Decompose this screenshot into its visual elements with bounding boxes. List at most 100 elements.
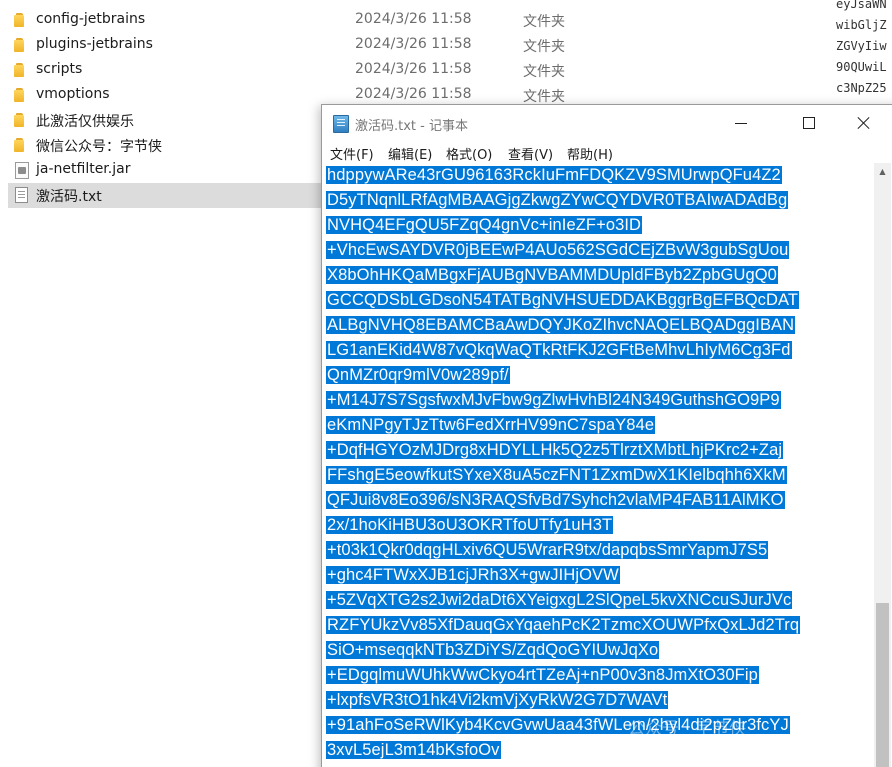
- text-line: 2x/1hoKiHBU3oU3OKRTfoUTfy1uH3T: [326, 513, 614, 538]
- file-name: plugins-jetbrains: [36, 36, 153, 52]
- file-name: vmoptions: [36, 86, 110, 102]
- window-title: 激活码.txt - 记事本: [355, 119, 468, 134]
- background-text-line: ZGVyIiw: [836, 39, 887, 53]
- text-line: NVHQ4EFgQU5FZqQ4gnVc+inIeZF+o3ID: [326, 213, 643, 238]
- minimize-icon: [735, 123, 747, 124]
- text-line: ALBgNVHQ8EBAMCBaAwDQYJKoZIhvcNAQELBQADgg…: [326, 313, 796, 338]
- selected-text: +5ZVqXTG2s2Jwi2daDt6XYeigxgL2SlQpeL5kvXN…: [326, 591, 793, 609]
- menu-view[interactable]: 查看(V): [508, 144, 553, 163]
- minimize-button[interactable]: [718, 105, 764, 141]
- selected-text: +EDgqlmuWUhkWwCkyo4rtTZeAj+nP00v3n8JmXtO…: [326, 666, 759, 684]
- text-line: LG1anEKid4W87vQkqWaQTkRtFKJ2GFtBeMhvLhIy…: [326, 338, 792, 363]
- text-line: QnMZr0qr9mlV0w289pf/: [326, 363, 510, 388]
- background-text-line: 90QUwiL: [836, 60, 887, 74]
- scrollbar-thumb[interactable]: [876, 603, 889, 767]
- menu-edit[interactable]: 编辑(E): [388, 144, 432, 163]
- selected-text: ALBgNVHQ8EBAMCBaAwDQYJKoZIhvcNAQELBQADgg…: [326, 316, 796, 334]
- text-line: +EDgqlmuWUhkWwCkyo4rtTZeAj+nP00v3n8JmXtO…: [326, 663, 759, 688]
- text-line: +t03k1Qkr0dqgHLxiv6QU5WrarR9tx/dapqbsSmr…: [326, 538, 769, 563]
- notepad-window[interactable]: 激活码.txt - 记事本 文件(F) 编辑(E) 格式(O) 查看(V) 帮助…: [321, 104, 892, 767]
- folder-icon: [14, 62, 30, 78]
- jar-file-icon: [15, 162, 29, 179]
- text-line: RZFYUkzVv85XfDauqGxYqaehPcK2TzmcXOUWPfxQ…: [326, 613, 801, 638]
- text-line: +VhcEwSAYDVR0jBEEwP4AUo562SGdCEjZBvW3gub…: [326, 238, 790, 263]
- text-line: 3xvL5ejL3m14bKsfoOv: [326, 738, 501, 763]
- scroll-up-arrow-icon[interactable]: ▲: [874, 163, 891, 180]
- selected-text: FFshgE5eowfkutSYxeX8uA5czFNT1ZxmDwX1KIel…: [326, 466, 787, 484]
- file-row-activation-code-txt[interactable]: 激活码.txt: [8, 183, 324, 208]
- selected-text: hdppywARe43rGU96163RckIuFmFDQKZV9SMUrwpQ…: [326, 166, 782, 184]
- text-line: +ghc4FTWxXJB1cjJRh3X+gwJIHjOVW: [326, 563, 620, 588]
- text-line: D5yTNqnlLRfAgMBAAGjgZkwgZYwCQYDVR0TBAIwA…: [326, 188, 789, 213]
- selected-text: SiO+mseqqkNTb3ZDiYS/ZqdQoGYIUwJqXo: [326, 641, 660, 659]
- folder-icon: [14, 37, 30, 53]
- file-name: config-jetbrains: [36, 11, 146, 27]
- selected-text: +M14J7S7SgsfwxMJvFbw9gZlwHvhBl24N349Guth…: [326, 391, 781, 409]
- selected-text: NVHQ4EFgQU5FZqQ4gnVc+inIeZF+o3ID: [326, 216, 643, 234]
- selected-text: 3xvL5ejL3m14bKsfoOv: [326, 741, 501, 759]
- text-line: hdppywARe43rGU96163RckIuFmFDQKZV9SMUrwpQ…: [326, 163, 782, 188]
- selected-text: 2x/1hoKiHBU3oU3OKRTfoUTfy1uH3T: [326, 516, 614, 534]
- selected-text: QFJui8v8Eo396/sN3RAQSfvBd7Syhch2vlaMP4FA…: [326, 491, 785, 509]
- text-line: +5ZVqXTG2s2Jwi2daDt6XYeigxgL2SlQpeL5kvXN…: [326, 588, 793, 613]
- file-type: 文件夹: [523, 64, 565, 80]
- background-text-line: c3NpZ25: [836, 81, 887, 95]
- text-line: GCCQDSbLGDsoN54TATBgNVHSUEDDAKBggrBgEFBQ…: [326, 288, 800, 313]
- selected-text: D5yTNqnlLRfAgMBAAGjgZkwgZYwCQYDVR0TBAIwA…: [326, 191, 789, 209]
- file-type: 文件夹: [523, 39, 565, 55]
- selected-text: +lxpfsVR3tO1hk4Vi2kmVjXyRkW2G7D7WAVt: [326, 691, 669, 709]
- file-date: 2024/3/26 11:58: [355, 86, 472, 102]
- file-name: 激活码.txt: [36, 189, 102, 205]
- menu-bar: 文件(F) 编辑(E) 格式(O) 查看(V) 帮助(H): [322, 141, 892, 163]
- text-editor-area[interactable]: hdppywARe43rGU96163RckIuFmFDQKZV9SMUrwpQ…: [322, 163, 874, 767]
- selected-text: X8bOhHKQaMBgxFjAUBgNVBAMMDUpldFByb2ZpbGU…: [326, 266, 778, 284]
- selected-text: RZFYUkzVv85XfDauqGxYqaehPcK2TzmcXOUWPfxQ…: [326, 616, 801, 634]
- text-line: eKmNPgyTJzTtw6FedXrrHV99nC7spaY84e: [326, 413, 656, 438]
- file-date: 2024/3/26 11:58: [355, 61, 472, 77]
- file-type: 文件夹: [523, 14, 565, 30]
- file-row-config-jetbrains[interactable]: config-jetbrains 2024/3/26 11:58 文件夹: [8, 8, 892, 33]
- file-name: 此激活仅供娱乐: [36, 114, 134, 130]
- text-line: QFJui8v8Eo396/sN3RAQSfvBd7Syhch2vlaMP4FA…: [326, 488, 785, 513]
- folder-icon: [14, 12, 30, 28]
- selected-text: +DqfHGYOzMJDrg8xHDYLLHk5Q2z5TlrztXMbtLhj…: [326, 441, 784, 459]
- selected-text: +ghc4FTWxXJB1cjJRh3X+gwJIHjOVW: [326, 566, 620, 584]
- file-name: ja-netfilter.jar: [36, 161, 131, 177]
- close-icon: [857, 116, 871, 130]
- maximize-button[interactable]: [786, 105, 832, 141]
- folder-icon: [14, 137, 30, 153]
- text-line: X8bOhHKQaMBgxFjAUBgNVBAMMDUpldFByb2ZpbGU…: [326, 263, 778, 288]
- menu-help[interactable]: 帮助(H): [567, 144, 613, 163]
- selected-text: LG1anEKid4W87vQkqWaQTkRtFKJ2GFtBeMhvLhIy…: [326, 341, 792, 359]
- folder-icon: [14, 112, 30, 128]
- selected-text: +VhcEwSAYDVR0jBEEwP4AUo562SGdCEjZBvW3gub…: [326, 241, 790, 259]
- text-line: +lxpfsVR3tO1hk4Vi2kmVjXyRkW2G7D7WAVt: [326, 688, 669, 713]
- file-date: 2024/3/26 11:58: [355, 36, 472, 52]
- watermark: 公众号 · 字节侠: [628, 719, 747, 739]
- selected-text: +t03k1Qkr0dqgHLxiv6QU5WrarR9tx/dapqbsSmr…: [326, 541, 769, 559]
- menu-format[interactable]: 格式(O): [446, 144, 492, 163]
- vertical-scrollbar[interactable]: ▲: [874, 163, 891, 767]
- background-text-line: eyJsaWN: [836, 0, 887, 11]
- text-line: +M14J7S7SgsfwxMJvFbw9gZlwHvhBl24N349Guth…: [326, 388, 781, 413]
- file-name: 微信公众号：字节侠: [36, 139, 162, 155]
- selected-text: eKmNPgyTJzTtw6FedXrrHV99nC7spaY84e: [326, 416, 656, 434]
- close-button[interactable]: [841, 105, 887, 141]
- file-row-plugins-jetbrains[interactable]: plugins-jetbrains 2024/3/26 11:58 文件夹: [8, 33, 892, 58]
- desktop-screen: config-jetbrains 2024/3/26 11:58 文件夹 plu…: [0, 0, 892, 767]
- file-name: scripts: [36, 61, 83, 77]
- selected-text: QnMZr0qr9mlV0w289pf/: [326, 366, 510, 384]
- text-line: FFshgE5eowfkutSYxeX8uA5czFNT1ZxmDwX1KIel…: [326, 463, 787, 488]
- menu-file[interactable]: 文件(F): [330, 144, 374, 163]
- file-date: 2024/3/26 11:58: [355, 11, 472, 27]
- text-line: SiO+mseqqkNTb3ZDiYS/ZqdQoGYIUwJqXo: [326, 638, 660, 663]
- text-file-icon: [15, 187, 28, 203]
- folder-icon: [14, 87, 30, 103]
- notepad-app-icon: [333, 115, 349, 133]
- maximize-icon: [803, 117, 815, 129]
- text-line: +DqfHGYOzMJDrg8xHDYLLHk5Q2z5TlrztXMbtLhj…: [326, 438, 784, 463]
- file-row-scripts[interactable]: scripts 2024/3/26 11:58 文件夹: [8, 58, 892, 83]
- title-bar[interactable]: 激活码.txt - 记事本: [322, 105, 892, 141]
- background-text-line: wibGljZ: [836, 18, 887, 32]
- file-type: 文件夹: [523, 89, 565, 105]
